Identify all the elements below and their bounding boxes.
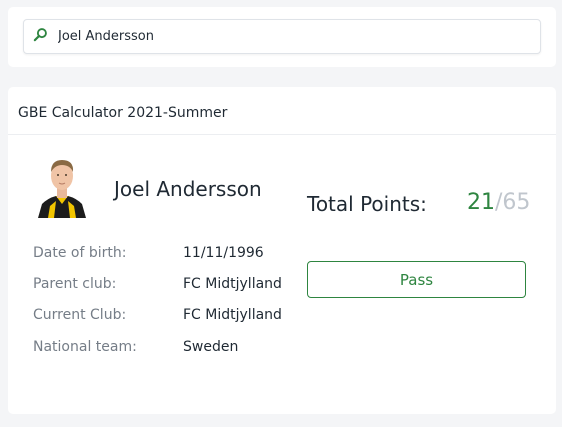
player-avatar [34,154,90,218]
info-label: National team: [33,339,137,355]
calculator-card: GBE Calculator 2021-Summer Joel Andersso… [8,87,556,414]
player-name: Joel Andersson [114,177,262,201]
info-value: FC Midtjylland [183,276,282,292]
pass-button[interactable]: Pass [307,261,526,298]
info-value: Sweden [183,339,239,355]
total-points-value: 21/65 [467,190,530,215]
info-value: FC Midtjylland [183,307,282,323]
info-label: Date of birth: [33,245,127,261]
card-title: GBE Calculator 2021-Summer [18,105,228,121]
total-points-label: Total Points: [307,192,427,216]
info-label: Parent club: [33,276,117,292]
points-max: 65 [502,190,531,215]
info-value: 11/11/1996 [183,245,264,261]
divider [8,134,556,135]
search-card [8,7,556,67]
points-current: 21 [467,190,495,215]
search-icon [33,27,48,46]
search-input[interactable] [58,29,528,44]
search-box[interactable] [23,19,541,54]
info-label: Current Club: [33,307,127,323]
